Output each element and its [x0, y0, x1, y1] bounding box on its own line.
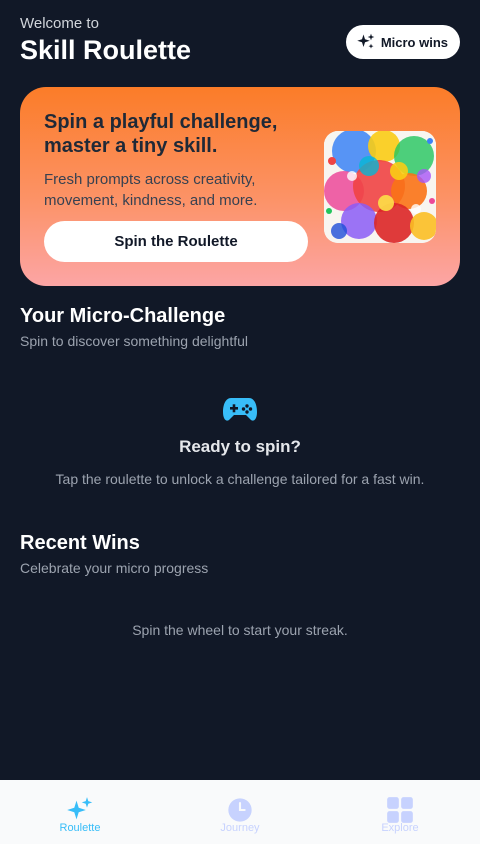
hero-title: Spin a playful challenge, master a tiny …	[44, 111, 278, 157]
hero-card: Spin a playful challenge, master a tiny …	[20, 87, 460, 286]
tab-label: Explore	[381, 822, 419, 834]
micro-wins-badge[interactable]: Micro wins	[345, 25, 460, 59]
tab-label: Journey	[220, 822, 260, 834]
hero-description: Fresh prompts across creativity, movemen…	[44, 171, 258, 209]
challenge-title: Your Micro-Challenge	[20, 305, 226, 327]
tab-label: Roulette	[59, 822, 101, 834]
spin-roulette-button[interactable]: Spin the Roulette	[44, 221, 308, 262]
recent-wins-title: Recent Wins	[20, 532, 140, 554]
recent-wins-subtitle: Celebrate your micro progress	[20, 560, 209, 576]
clock-icon	[228, 798, 252, 822]
tab-journey[interactable]: Journey	[160, 780, 320, 844]
sparkles-icon	[357, 33, 375, 49]
streak-empty-text: Spin the wheel to start your streak.	[132, 622, 348, 638]
challenge-subtitle: Spin to discover something delightful	[20, 333, 249, 349]
sparkles-icon	[67, 797, 93, 820]
tab-roulette[interactable]: Roulette	[0, 780, 160, 844]
paint-splash-image	[324, 131, 436, 243]
app-header: Welcome to Skill Roulette Micro wins	[20, 14, 460, 70]
empty-state-text: Tap the roulette to unlock a challenge t…	[55, 471, 425, 487]
gamepad-icon	[223, 398, 257, 421]
tab-explore[interactable]: Explore	[320, 780, 480, 844]
bottom-tab-bar: Roulette Journey Explore	[0, 780, 480, 844]
badge-label: Micro wins	[380, 34, 448, 50]
empty-state-title: Ready to spin?	[179, 437, 301, 456]
grid-icon	[387, 797, 413, 823]
